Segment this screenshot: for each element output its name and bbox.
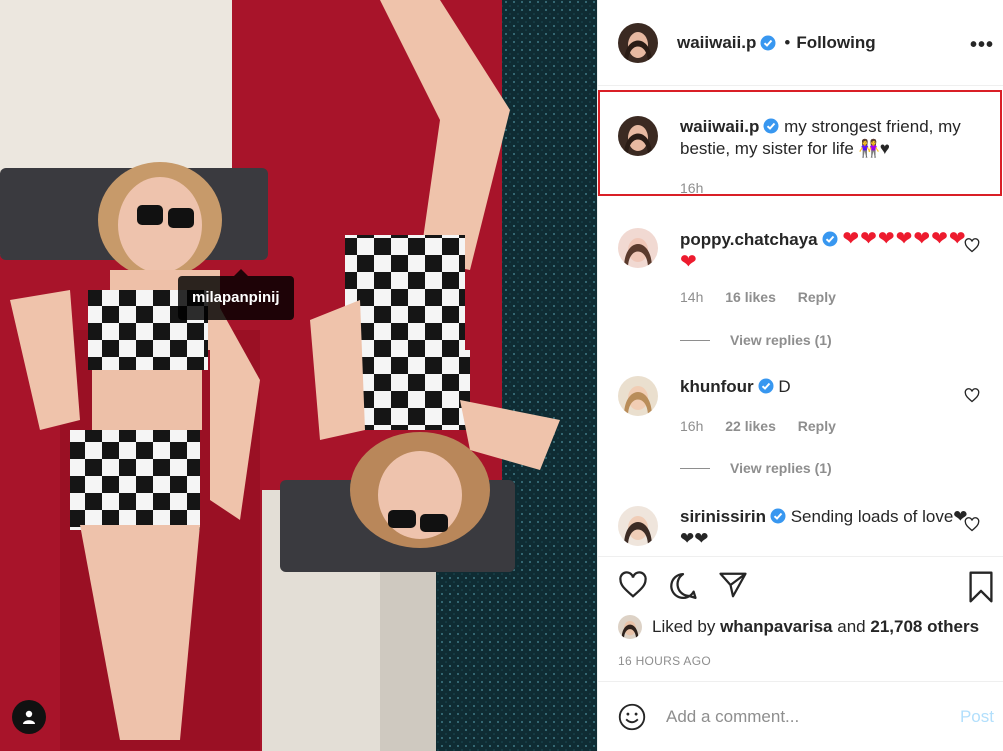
comments-list[interactable]: waiiwaii.p my strongest friend, my besti…: [598, 86, 1003, 556]
post-side-panel: waiiwaii.p • Following ••• waiiwaii.p my…: [597, 0, 1003, 751]
tagged-users-button[interactable]: [12, 700, 46, 734]
comment-username[interactable]: poppy.chatchaya: [680, 230, 818, 249]
caption-avatar[interactable]: [618, 116, 658, 156]
comment-meta: 16h 22 likes Reply: [680, 418, 854, 434]
verified-badge-icon: [763, 118, 779, 134]
caption-meta: 16h: [680, 180, 721, 196]
post-header: waiiwaii.p • Following •••: [598, 0, 1003, 86]
comment-text-block: sirinissirin Sending loads of love❤❤❤: [680, 506, 970, 550]
comment-avatar[interactable]: [618, 506, 658, 546]
save-bookmark-icon[interactable]: [968, 571, 994, 603]
following-button[interactable]: Following: [796, 33, 875, 53]
author-avatar[interactable]: [618, 22, 658, 63]
view-replies-button[interactable]: View replies (1): [680, 332, 832, 348]
liker-username[interactable]: whanpavarisa: [720, 617, 832, 637]
comment-row: poppy.chatchaya ❤❤❤❤❤❤❤❤: [618, 228, 970, 274]
reply-button[interactable]: Reply: [798, 418, 836, 434]
comment-meta: 14h 16 likes Reply: [680, 289, 854, 305]
verified-badge-icon: [770, 508, 786, 524]
like-comment-heart-icon[interactable]: [964, 517, 980, 532]
comment-text-block: poppy.chatchaya ❤❤❤❤❤❤❤❤: [680, 228, 970, 274]
person-icon: [23, 710, 35, 724]
view-replies-button[interactable]: View replies (1): [680, 460, 832, 476]
comment-row: sirinissirin Sending loads of love❤❤❤: [618, 506, 970, 550]
caption-username[interactable]: waiiwaii.p: [680, 117, 759, 136]
comment-time[interactable]: 14h: [680, 289, 703, 305]
comment-likes[interactable]: 22 likes: [725, 418, 776, 434]
comment-likes[interactable]: 16 likes: [725, 289, 776, 305]
author-username[interactable]: waiiwaii.p: [677, 33, 756, 53]
like-comment-heart-icon[interactable]: [964, 238, 980, 253]
verified-badge-icon: [760, 35, 776, 50]
verified-badge-icon: [822, 231, 838, 247]
comment-time[interactable]: 16h: [680, 418, 703, 434]
comment-text: D: [778, 377, 791, 396]
like-heart-icon[interactable]: [618, 571, 648, 599]
emoji-smile-icon[interactable]: [618, 703, 646, 731]
comment-username[interactable]: sirinissirin: [680, 507, 766, 526]
comment-username[interactable]: khunfour: [680, 377, 754, 396]
replies-line: [680, 467, 710, 469]
reply-button[interactable]: Reply: [798, 289, 836, 305]
comment-input[interactable]: [666, 706, 936, 727]
post-timestamp[interactable]: 16 HOURS AGO: [618, 654, 711, 668]
share-send-icon[interactable]: [718, 571, 748, 599]
like-comment-heart-icon[interactable]: [964, 388, 980, 403]
caption-time[interactable]: 16h: [680, 180, 703, 196]
verified-badge-icon: [758, 378, 774, 394]
liked-by-prefix: Liked by: [652, 617, 716, 636]
separator-dot: •: [784, 32, 791, 52]
photo-image: [0, 0, 597, 751]
comment-text-block: khunfour D: [680, 376, 970, 416]
more-options-icon[interactable]: •••: [970, 34, 994, 57]
comment-avatar[interactable]: [618, 228, 658, 268]
photo-user-tag[interactable]: milapanpinij: [178, 269, 294, 320]
caption-text-block: waiiwaii.p my strongest friend, my besti…: [680, 116, 970, 160]
liker-avatar[interactable]: [618, 615, 642, 639]
post-actions: Liked by whanpavarisa and 21,708 others …: [598, 556, 1003, 681]
replies-line: [680, 339, 710, 341]
comment-bubble-icon[interactable]: [668, 571, 698, 601]
post-photo[interactable]: milapanpinij: [0, 0, 597, 751]
comment-row: khunfour D: [618, 376, 970, 416]
likes-others[interactable]: 21,708 others: [870, 617, 979, 637]
post-comment-button[interactable]: Post: [960, 707, 994, 727]
view-replies-label: View replies (1): [730, 332, 832, 348]
add-comment-bar: Post: [598, 681, 1003, 751]
likes-and: and: [837, 617, 866, 636]
comment-avatar[interactable]: [618, 376, 658, 416]
view-replies-label: View replies (1): [730, 460, 832, 476]
likes-summary: Liked by whanpavarisa and 21,708 others: [618, 615, 979, 639]
caption-row: waiiwaii.p my strongest friend, my besti…: [618, 116, 970, 160]
